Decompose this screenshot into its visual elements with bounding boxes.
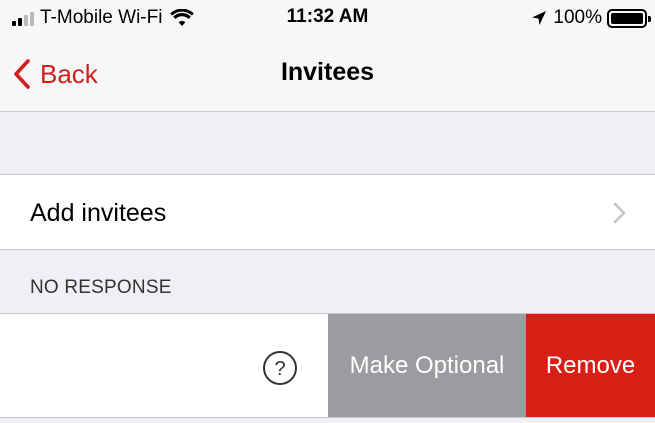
- nav-bar: Back Invitees: [0, 38, 655, 112]
- status-bar: T-Mobile Wi-Fi 11:32 AM 100%: [0, 0, 655, 38]
- remove-button[interactable]: Remove: [526, 314, 655, 418]
- section-spacer: [0, 113, 655, 174]
- battery-percent: 100%: [553, 7, 602, 28]
- chevron-right-icon: [613, 202, 626, 224]
- section-header: NO RESPONSE: [0, 250, 655, 313]
- page-title: Invitees: [280, 58, 375, 86]
- bottom-separator: [0, 417, 655, 423]
- make-optional-button[interactable]: Make Optional: [328, 314, 526, 418]
- battery-icon: [607, 8, 651, 28]
- question-circle-icon[interactable]: ?: [262, 350, 298, 386]
- svg-text:?: ?: [274, 358, 285, 380]
- section-header-label: NO RESPONSE: [30, 277, 172, 298]
- add-invitees-row[interactable]: Add invitees: [0, 174, 655, 250]
- location-arrow-icon: [532, 11, 547, 25]
- status-right: 100%: [531, 6, 651, 30]
- invitee-row[interactable]: ? Make Optional Remove: [0, 313, 655, 418]
- add-invitees-label: Add invitees: [30, 199, 167, 227]
